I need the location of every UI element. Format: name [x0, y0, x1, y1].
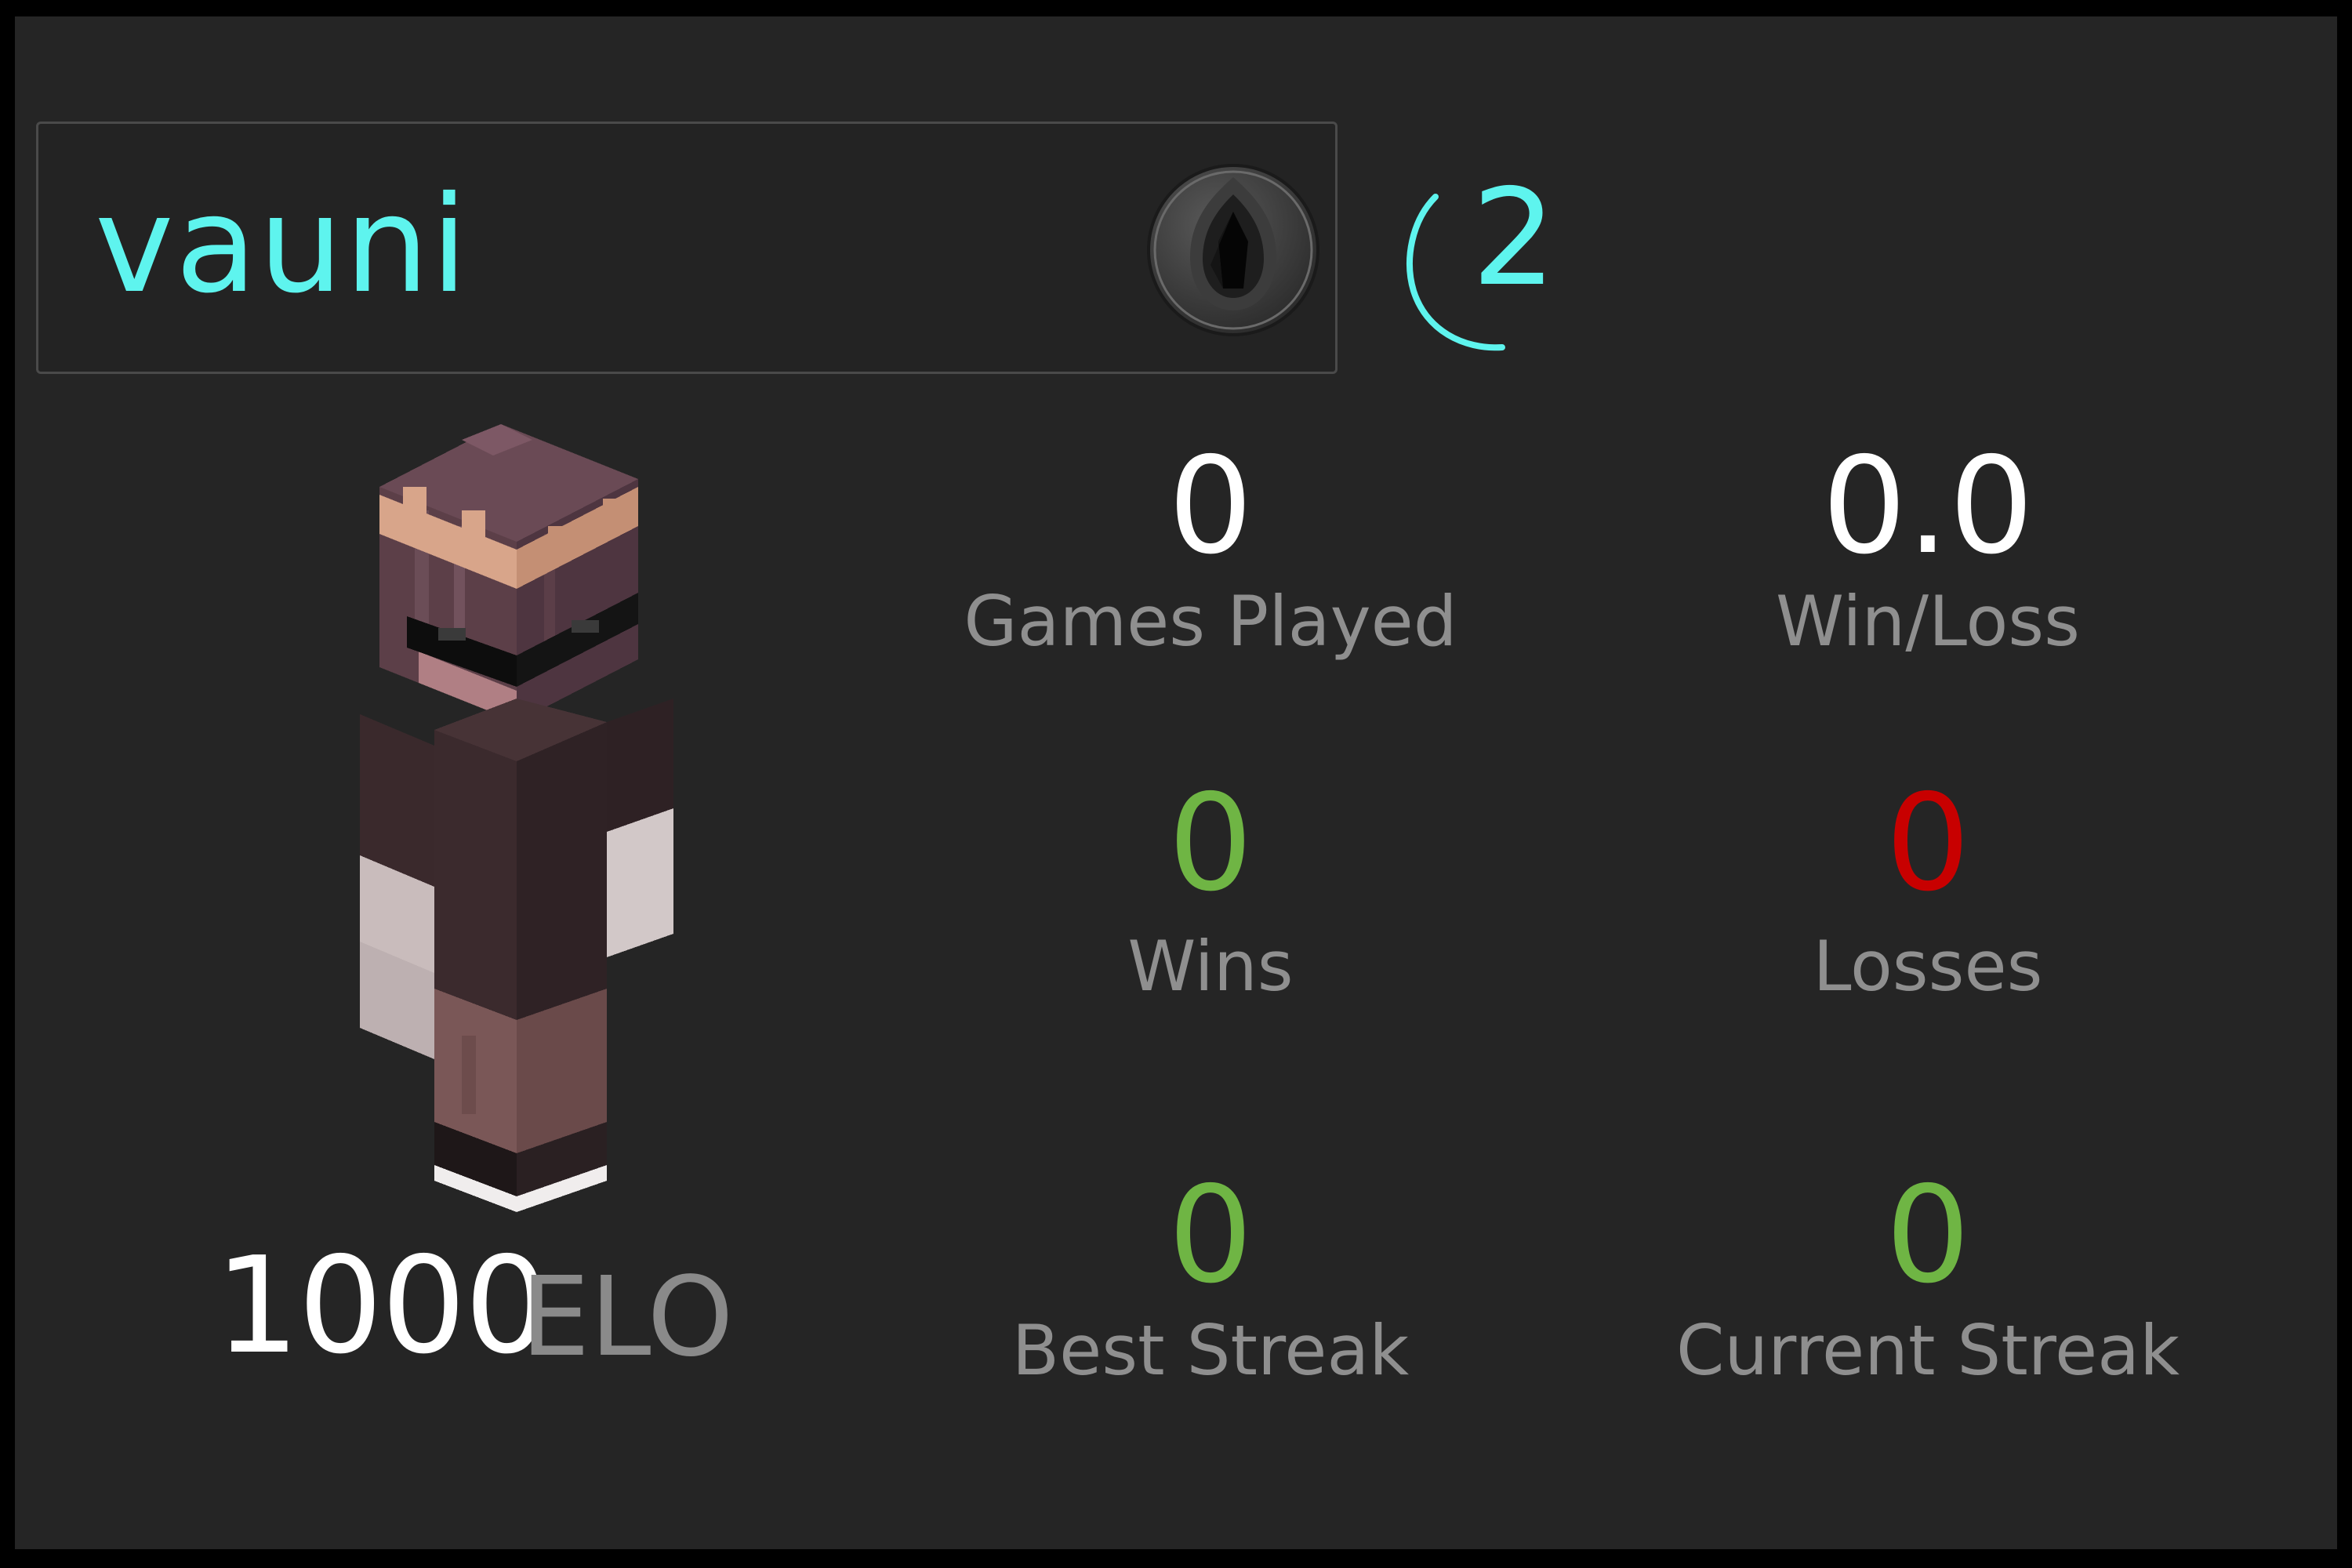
stat-games-played: 0 Games Played — [858, 440, 1563, 656]
stat-losses: 0 Losses — [1575, 777, 2281, 1001]
stat-label: Best Streak — [1011, 1310, 1410, 1391]
stat-label: Games Played — [964, 581, 1457, 662]
elo-value: 1000 — [215, 1229, 550, 1384]
stat-value: 0 — [1885, 1158, 1971, 1313]
stat-value: 0 — [1167, 1158, 1254, 1313]
elo-unit-label: ELO — [521, 1254, 734, 1381]
obsidian-gem-icon — [1147, 164, 1319, 336]
stat-value: 0 — [1167, 429, 1254, 584]
stat-label: Losses — [1813, 926, 2043, 1007]
stat-value: 0 — [1167, 766, 1254, 921]
player-stats-card: vauni 2 1000 ELO 0 Games Played 0.0 Win/… — [15, 16, 2337, 1549]
player-name-panel: vauni — [36, 122, 1338, 374]
stat-value: 0.0 — [1821, 429, 2034, 584]
stat-label: Current Streak — [1675, 1310, 2180, 1391]
stat-best-streak: 0 Best Streak — [858, 1169, 1563, 1385]
stat-wins: 0 Wins — [858, 777, 1563, 1001]
player-skin-avatar — [360, 424, 673, 1212]
player-name: vauni — [95, 168, 470, 323]
stat-value: 0 — [1885, 766, 1971, 921]
stat-current-streak: 0 Current Streak — [1575, 1169, 2281, 1385]
stat-win-loss: 0.0 Win/Loss — [1575, 440, 2281, 656]
player-level: 2 — [1472, 161, 1557, 316]
stat-label: Wins — [1127, 926, 1294, 1007]
stat-label: Win/Loss — [1776, 581, 2080, 662]
